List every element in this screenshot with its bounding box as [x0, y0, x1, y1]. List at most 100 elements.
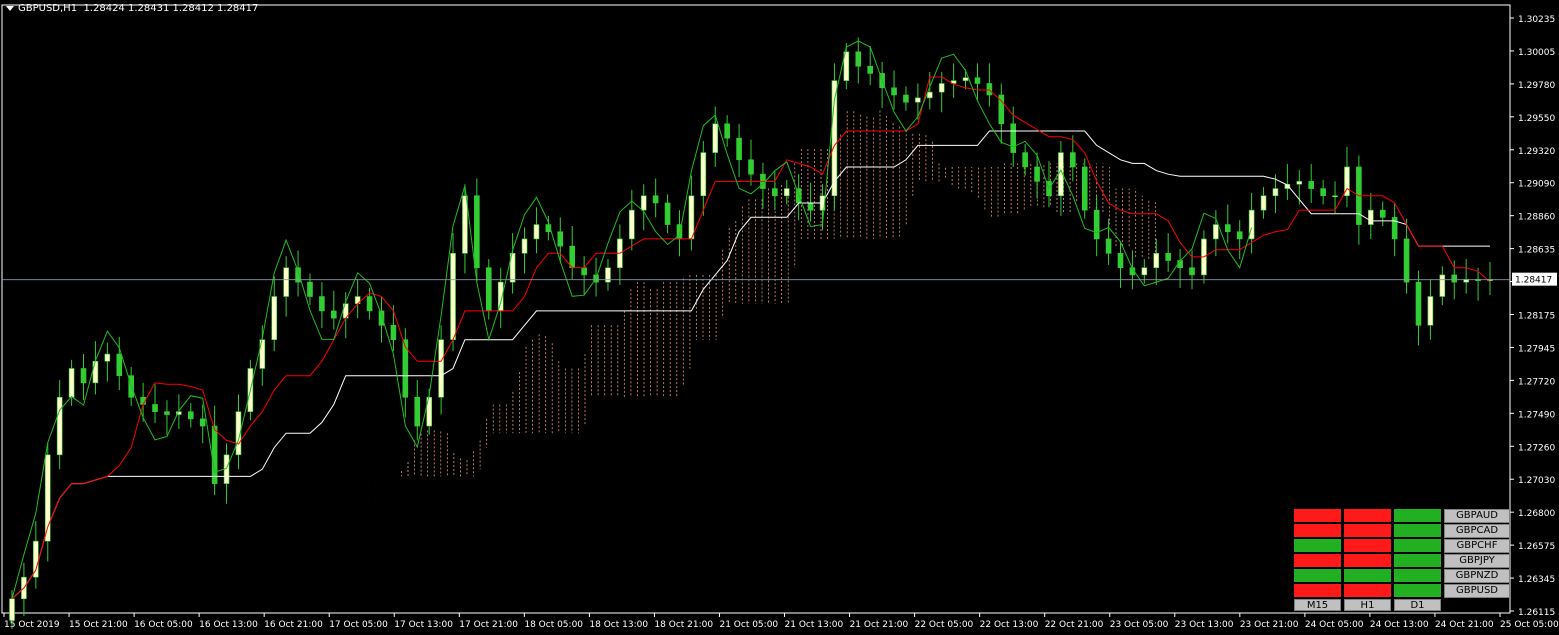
candle-body	[915, 97, 921, 103]
signal-cell	[1294, 524, 1341, 537]
time-tick-label: 21 Oct 13:00	[785, 620, 844, 630]
candle-body	[462, 195, 468, 254]
matrix-symbol-button[interactable]: GBPCHF	[1444, 539, 1510, 553]
candle-body	[986, 83, 993, 96]
candle-body	[1141, 267, 1148, 276]
candle-body	[712, 123, 719, 153]
candle-body	[1189, 267, 1195, 276]
candle-body	[1308, 181, 1315, 189]
signal-cell	[1394, 509, 1441, 522]
ichimoku-cloud	[401, 110, 1156, 477]
candle-body	[629, 209, 635, 240]
matrix-symbol-button[interactable]: GBPNZD	[1444, 569, 1510, 583]
time-tick-label: 21 Oct 05:00	[719, 620, 778, 630]
candle-body	[1153, 253, 1160, 269]
matrix-symbol-button[interactable]: GBPJPY	[1444, 554, 1510, 568]
price-tick-label: 1.29090	[1518, 180, 1555, 190]
candle-body	[1320, 188, 1326, 197]
candle-body	[1415, 281, 1422, 326]
candle-body	[450, 253, 456, 340]
matrix-row-gbpusd: GBPUSD	[1294, 584, 1510, 598]
matrix-symbol-button[interactable]: GBPCAD	[1444, 524, 1510, 538]
candle-body	[414, 396, 421, 427]
chikou-line	[11, 40, 1253, 599]
signal-cell	[1294, 539, 1341, 552]
timeframe-button-m15[interactable]: M15	[1294, 599, 1341, 611]
collapse-triangle-icon[interactable]	[6, 5, 14, 11]
time-tick-label: 18 Oct 05:00	[524, 620, 583, 630]
price-tick-label: 1.27260	[1518, 443, 1555, 453]
time-tick-label: 22 Oct 05:00	[915, 620, 974, 630]
timeframe-button-d1[interactable]: D1	[1394, 599, 1441, 611]
candle-body	[1260, 195, 1267, 211]
time-tick-label: 23 Oct 13:00	[1175, 620, 1234, 630]
candle-body	[903, 94, 909, 103]
matrix-symbol-button[interactable]: GBPUSD	[1444, 584, 1510, 598]
time-tick-label: 17 Oct 13:00	[394, 620, 453, 630]
signal-cell	[1394, 524, 1441, 537]
candle-body	[56, 396, 63, 456]
candle-body	[688, 195, 695, 240]
time-tick-label: 23 Oct 05:00	[1110, 620, 1169, 630]
signal-cell	[1394, 569, 1441, 582]
time-tick-label: 24 Oct 21:00	[1435, 620, 1494, 630]
candle-body	[390, 324, 397, 340]
candle-body	[783, 188, 790, 197]
time-tick-label: 18 Oct 13:00	[589, 620, 648, 630]
price-tick-label: 1.28860	[1518, 213, 1555, 223]
candle-body	[116, 353, 123, 376]
signal-cell	[1344, 584, 1391, 597]
candle-body	[1010, 123, 1017, 153]
candle-body	[962, 77, 969, 81]
time-tick-label: 17 Oct 21:00	[459, 620, 518, 630]
candle-body	[1332, 195, 1338, 198]
price-tick-label: 1.26115	[1518, 608, 1555, 618]
time-tick-label: 21 Oct 21:00	[850, 620, 909, 630]
candles	[9, 37, 1493, 629]
candle-body	[211, 425, 218, 484]
candle-body	[485, 267, 492, 312]
candle-body	[1022, 152, 1028, 168]
price-tick-label: 1.30235	[1518, 15, 1555, 25]
price-tick-label: 1.26800	[1518, 509, 1555, 519]
current-price-label: 1.28417	[1515, 276, 1552, 286]
candle-body	[9, 598, 15, 621]
price-tick-label: 1.29780	[1518, 81, 1555, 91]
candle-body	[164, 411, 170, 415]
matrix-symbol-button[interactable]: GBPAUD	[1444, 509, 1510, 523]
candle-body	[1117, 253, 1124, 269]
signal-cell	[1294, 509, 1341, 522]
matrix-row-gbpchf: GBPCHF	[1294, 539, 1510, 553]
candle-body	[80, 368, 87, 384]
time-tick-label: 23 Oct 21:00	[1240, 620, 1299, 630]
signal-cell	[1344, 569, 1391, 582]
candle-body	[724, 123, 730, 139]
candle-body	[1213, 224, 1219, 240]
candle-body	[1403, 238, 1410, 283]
signal-cell	[1394, 554, 1441, 567]
candle-body	[938, 83, 945, 93]
signal-cell	[1344, 539, 1391, 552]
candle-body	[855, 51, 862, 67]
time-tick-label: 22 Oct 13:00	[980, 620, 1039, 630]
candle-body	[700, 152, 707, 197]
kijun-line	[11, 130, 1490, 600]
candle-body	[652, 195, 659, 204]
signal-cell	[1344, 524, 1391, 537]
candle-body	[187, 411, 194, 420]
timeframe-button-h1[interactable]: H1	[1344, 599, 1391, 611]
price-tick-label: 1.27030	[1518, 476, 1555, 486]
candle-body	[926, 91, 933, 99]
candle-body	[1368, 209, 1374, 225]
candle-body	[664, 202, 671, 225]
signal-cell	[1394, 584, 1441, 597]
time-tick-label: 24 Oct 05:00	[1305, 620, 1364, 630]
signal-cell	[1294, 554, 1341, 567]
signal-cell	[1344, 554, 1391, 567]
candle-body	[1224, 224, 1231, 233]
candle-body	[1105, 238, 1112, 254]
matrix-row-gbpnzd: GBPNZD	[1294, 569, 1510, 583]
candle-body	[104, 353, 111, 362]
candle-body	[1296, 181, 1303, 185]
candle-body	[581, 267, 587, 276]
